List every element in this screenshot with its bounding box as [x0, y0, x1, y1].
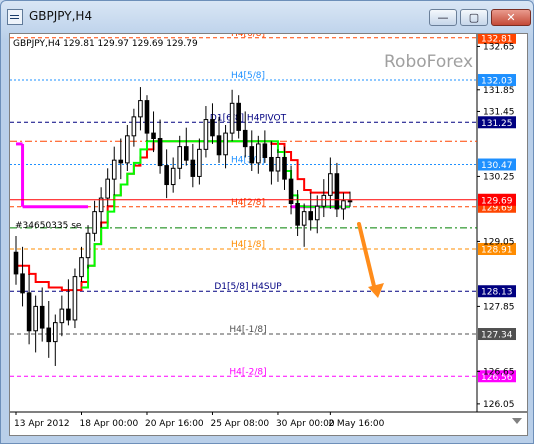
candle-body: [308, 211, 314, 221]
candle-body: [328, 173, 333, 196]
chart-shift-icon: [512, 418, 522, 424]
close-icon: ✕: [506, 11, 516, 24]
price-tag-label: 127.34: [481, 331, 513, 341]
price-tag-label: 131.25: [481, 119, 513, 129]
candle-body: [341, 200, 346, 210]
x-tick-label: 20 Apr 16:00: [145, 419, 204, 429]
candle-body: [216, 135, 222, 156]
y-tick-label: 132.65: [483, 42, 515, 52]
level-label: H4[5/8]: [231, 71, 265, 81]
y-tick-label: 127.85: [483, 302, 515, 312]
candle-body: [321, 194, 327, 207]
candle-body: [46, 327, 52, 343]
candle-body: [236, 102, 241, 131]
maximize-icon: ▢: [468, 11, 480, 24]
title-bar[interactable]: GBPJPY,H4 — ▢ ✕: [1, 1, 533, 33]
candle-body: [203, 119, 209, 150]
order-label: #34650335 se: [15, 221, 82, 231]
candle-body: [282, 156, 287, 180]
candle-body: [151, 132, 156, 140]
candle-body: [262, 143, 268, 158]
candle-body: [170, 167, 176, 186]
minimize-icon: —: [437, 11, 449, 24]
chart-window: GBPJPY,H4 — ▢ ✕ RoboForex GBPJPY,H4 129.8…: [0, 0, 534, 444]
candle-body: [314, 205, 320, 221]
candle-body: [59, 308, 65, 324]
candle-body: [66, 308, 71, 321]
candle-body: [39, 305, 45, 329]
y-tick-label: 131.85: [483, 86, 515, 96]
candle-body: [144, 100, 150, 134]
candle-body: [13, 251, 19, 275]
candle-body: [118, 159, 124, 164]
candle-body: [92, 211, 97, 234]
level-label: H4[1/8]: [231, 240, 265, 250]
candle-body: [301, 211, 307, 226]
candle-body: [190, 159, 196, 177]
y-tick-label: 130.25: [483, 172, 515, 182]
candle-body: [111, 159, 117, 180]
candlestick-chart[interactable]: RoboForex GBPJPY,H4 129.81 129.97 129.69 …: [10, 34, 527, 435]
level-label: D1[5/8] H4SUP: [214, 282, 282, 292]
candle-body: [20, 273, 25, 294]
candle-body: [347, 200, 353, 203]
candle-body: [164, 165, 169, 186]
candle-body: [334, 173, 340, 210]
candle-body: [157, 138, 163, 167]
chart-window-icon: [7, 9, 23, 25]
candle-body: [125, 135, 130, 164]
symbol-info: GBPJPY,H4 129.81 129.97 129.69 129.79: [13, 39, 198, 49]
watermark: RoboForex: [384, 52, 473, 72]
x-tick-label: 30 Apr 00:00: [276, 419, 335, 429]
candle-body: [249, 146, 255, 164]
candle-body: [177, 146, 183, 169]
price-tag-label: 130.47: [481, 161, 513, 171]
candle-body: [131, 116, 137, 137]
forecast-arrow-head: [368, 283, 384, 298]
candle-body: [72, 276, 78, 321]
candle-body: [223, 132, 228, 156]
candle-body: [242, 129, 248, 148]
candle-body: [197, 148, 202, 177]
maximize-button[interactable]: ▢: [460, 9, 488, 26]
candle-body: [79, 257, 84, 278]
candle-body: [105, 178, 110, 199]
chart-area[interactable]: RoboForex GBPJPY,H4 129.81 129.97 129.69 …: [9, 33, 528, 436]
level-label: H4[-1/8]: [229, 325, 266, 335]
x-tick-label: 2 May 16:00: [328, 419, 384, 429]
x-tick-label: 18 Apr 00:00: [79, 419, 138, 429]
candle-body: [210, 119, 215, 137]
candle-body: [52, 322, 58, 343]
forecast-arrow-shaft: [357, 222, 376, 288]
candle-body: [26, 292, 32, 332]
minimize-button[interactable]: —: [429, 9, 457, 26]
y-tick-label: 131.45: [483, 107, 515, 117]
candle-body: [269, 156, 274, 172]
x-tick-label: 13 Apr 2012: [14, 419, 70, 429]
y-tick-label: 126.05: [483, 400, 515, 410]
price-tag-label: 128.13: [481, 288, 513, 298]
y-tick-label: 129.05: [483, 237, 515, 247]
y-tick-label: 126.65: [483, 367, 515, 377]
level-label: H4[6/8]: [231, 34, 265, 39]
candle-body: [138, 100, 143, 118]
window-title: GBPJPY,H4: [29, 9, 93, 23]
candle-body: [275, 156, 281, 172]
current-price-label: 129.69: [481, 196, 513, 206]
level-label: H4[-2/8]: [229, 367, 266, 377]
candle-body: [33, 305, 38, 332]
candle-body: [256, 143, 261, 164]
close-button[interactable]: ✕: [491, 9, 531, 26]
candle-body: [85, 232, 91, 259]
x-tick-label: 25 Apr 08:00: [210, 419, 269, 429]
candle-body: [183, 146, 189, 161]
candle-body: [295, 203, 300, 226]
candle-body: [229, 102, 235, 134]
level-label: D1[6/8] H4PIVOT: [210, 113, 287, 123]
